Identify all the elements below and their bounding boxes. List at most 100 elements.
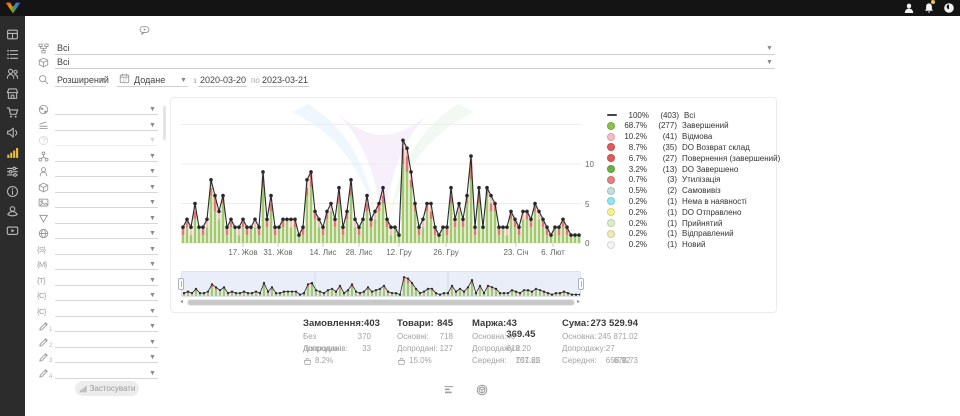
profile-icon — [903, 2, 915, 14]
orders-chart[interactable] — [181, 105, 581, 251]
filter-globe-select[interactable] — [36, 226, 162, 240]
stat-sub-label: Основні: — [397, 331, 429, 343]
legend-item[interactable]: 0.2%(1)Новий — [607, 240, 705, 250]
brand-logo-icon[interactable] — [3, 1, 23, 15]
filter-network-select[interactable] — [36, 149, 162, 163]
app: Всі ▼ Всі ▼ Розширений ▼ 17 Додане ▼ з 2… — [0, 0, 960, 416]
chat-bubble-icon[interactable] — [139, 25, 159, 39]
legend-item[interactable]: 3.2%(13)DO Завершено — [607, 164, 738, 174]
legend-item[interactable]: 0.5%(2)Самовивіз — [607, 186, 721, 196]
scroll-left-icon[interactable]: ◂ — [180, 298, 183, 306]
date-field-select[interactable]: Додане — [134, 75, 165, 85]
scrollbar-thumb[interactable]: · · · — [188, 300, 574, 305]
chevron-down-icon[interactable]: ▼ — [180, 77, 187, 85]
legend-label: DO Завершено — [682, 165, 738, 174]
search-icon[interactable] — [38, 74, 49, 85]
stat-sub-label: Без допродажів: — [303, 331, 358, 343]
chevron-down-icon[interactable]: ▼ — [99, 77, 106, 85]
sidebar-item-settings[interactable] — [6, 165, 19, 178]
filter-cube-select[interactable] — [36, 180, 162, 194]
sidebar-item-tutorials[interactable] — [6, 224, 19, 237]
filter-help-select[interactable] — [36, 133, 162, 147]
legend-dot-swatch — [607, 208, 615, 216]
product-filter[interactable]: Всі — [57, 57, 70, 67]
legend-item[interactable]: 68.7%(277)Завершений — [607, 121, 729, 131]
filter-custom-4-select[interactable] — [36, 366, 162, 380]
cube-view-button[interactable] — [476, 384, 488, 396]
legend-item[interactable]: 6.7%(27)Повернення (завершений) — [607, 153, 780, 163]
legend-item[interactable]: 100%(403)Всі — [607, 110, 695, 120]
filter-planet-select[interactable] — [36, 102, 162, 116]
x-tick-label: 12. Гру — [379, 248, 419, 257]
stat-column: Сума:273 529.94Основна:245 871.02Допрода… — [562, 318, 638, 367]
sidebar-item-purchases[interactable] — [6, 106, 19, 119]
stat-sub-row: Основна:245 871.02 — [562, 331, 638, 343]
legend-line-swatch — [607, 114, 617, 116]
legend-dot-swatch — [607, 219, 615, 227]
category-filter[interactable]: Всі — [57, 43, 70, 53]
product-filter-underline — [55, 68, 775, 69]
navigator-left-handle[interactable] — [178, 278, 184, 290]
filter-var-c2-select[interactable] — [36, 304, 162, 318]
filter-var-s-select[interactable] — [36, 242, 162, 256]
filter-var-c1-select[interactable] — [36, 288, 162, 302]
sidebar-item-dashboard[interactable] — [6, 28, 19, 41]
stat-sub-row: Допродажу:2 751.25 — [472, 343, 540, 355]
legend-label: Відправлений — [682, 229, 734, 238]
calendar-icon[interactable]: 17 — [119, 73, 130, 84]
apply-filters-button[interactable]: Застосувати — [75, 381, 139, 396]
legend-item[interactable]: 0.2%(1)Нема в наявності — [607, 196, 747, 206]
filter-var-m-select[interactable] — [36, 257, 162, 271]
stat-sub-value: 107.62 — [516, 355, 540, 367]
chevron-down-icon[interactable]: ▼ — [766, 59, 773, 67]
legend-item[interactable]: 0.2%(1)Відправлений — [607, 229, 734, 239]
legend-dot-swatch — [607, 187, 615, 195]
scroll-right-icon[interactable]: ▸ — [577, 298, 580, 306]
filter-user-select[interactable] — [36, 164, 162, 178]
basket-icon — [303, 357, 312, 366]
chart-navigator[interactable] — [181, 271, 581, 297]
sidebar-item-analytics[interactable] — [6, 146, 19, 159]
date-from-input[interactable]: 2020-03-20 — [200, 75, 246, 85]
legend-dot-swatch — [607, 122, 615, 130]
legend-item[interactable]: 0.2%(1)DO Отправлено — [607, 207, 741, 217]
chat-bubble-glyph — [139, 25, 150, 36]
legend-item[interactable]: 8.7%(35)DO Возврат склад — [607, 142, 750, 152]
legend-item[interactable]: 0.7%(3)Утилізація — [607, 175, 720, 185]
topbar-profile-button[interactable] — [903, 2, 915, 14]
legend-item[interactable]: 0.2%(1)Прийнятий — [607, 218, 723, 228]
filter-var-t-select[interactable] — [36, 273, 162, 287]
legend-count: (13) — [647, 165, 677, 174]
filter-custom-2-select[interactable] — [36, 335, 162, 349]
sidebar-item-customers[interactable] — [6, 67, 19, 80]
legend-count: (403) — [649, 111, 679, 120]
sidebar-item-orders[interactable] — [6, 48, 19, 61]
sidebar-item-info[interactable] — [6, 185, 19, 198]
list-view-button[interactable] — [443, 384, 455, 396]
legend-percent: 0.2% — [615, 208, 647, 217]
stat-title-row: Маржа:43 369.45 — [472, 318, 540, 331]
filter-funnel-select[interactable] — [36, 211, 162, 225]
date-to-input[interactable]: 2023-03-21 — [262, 75, 308, 85]
filter-custom-1-select[interactable] — [36, 319, 162, 333]
legend-dot-swatch — [607, 197, 615, 205]
legend-percent: 0.5% — [615, 186, 647, 195]
stat-title: Сума: — [562, 318, 589, 331]
filter-scrollbar[interactable] — [163, 106, 166, 140]
navigator-right-handle[interactable] — [578, 278, 584, 290]
sidebar-item-store[interactable] — [6, 87, 19, 100]
sidebar-item-partners[interactable] — [6, 204, 19, 217]
legend-label: Прийнятий — [682, 219, 723, 228]
filter-image-select[interactable] — [36, 195, 162, 209]
legend-item[interactable]: 10.2%(41)Відмова — [607, 132, 712, 142]
filter-layers-select[interactable] — [36, 118, 162, 132]
filter-custom-3-select[interactable] — [36, 350, 162, 364]
legend-count: (3) — [647, 175, 677, 184]
stat-title-row: Замовлення:403 — [303, 318, 371, 331]
x-tick-label: 28. Лис — [339, 248, 379, 257]
sidebar-item-marketing[interactable] — [6, 126, 19, 139]
topbar-notifications-button[interactable] — [923, 2, 935, 14]
topbar-account-button[interactable] — [943, 2, 955, 14]
legend-count: (2) — [647, 186, 677, 195]
chevron-down-icon[interactable]: ▼ — [766, 45, 773, 53]
